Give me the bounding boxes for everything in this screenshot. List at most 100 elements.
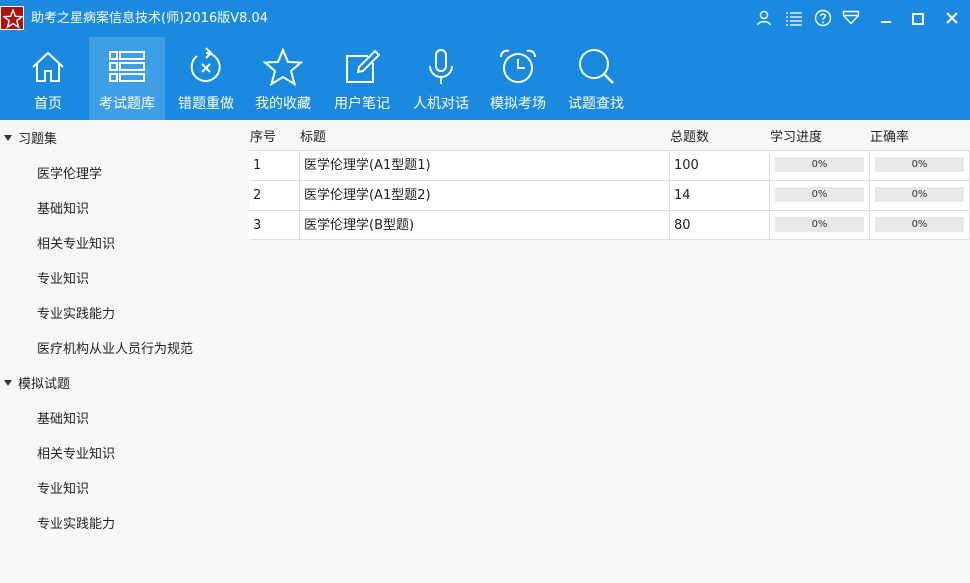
accuracy-text: 0% xyxy=(911,219,928,230)
menu-button[interactable] xyxy=(782,7,806,29)
tree-item[interactable]: 专业实践能力 xyxy=(0,297,245,332)
tool-dialogue[interactable]: 人机对话 xyxy=(403,37,479,120)
tool-label: 模拟考场 xyxy=(490,96,546,112)
column-header-accuracy[interactable]: 正确率 xyxy=(870,129,909,146)
user-icon xyxy=(756,10,772,26)
window-title: 助考之星病案信息技术(师)2016版V8.04 xyxy=(31,11,269,26)
cell-progress: 0% xyxy=(770,211,870,240)
notes-icon xyxy=(346,49,381,83)
cell-title: 医学伦理学(B型题) xyxy=(300,211,670,240)
tool-search[interactable]: 试题查找 xyxy=(558,37,634,120)
table-row[interactable]: 2 医学伦理学(A1型题2) 14 0% 0% xyxy=(249,180,970,210)
progress-bar: 0% xyxy=(775,187,864,202)
tree-item-label: 专业实践能力 xyxy=(37,307,116,322)
tool-label: 人机对话 xyxy=(413,96,469,112)
maximize-button[interactable] xyxy=(906,7,930,29)
tree-item-label: 专业实践能力 xyxy=(37,517,116,532)
expand-triangle-icon[interactable] xyxy=(4,380,12,386)
microphone-icon xyxy=(429,49,453,84)
category-tree: 习题集 医学伦理学 基础知识 相关专业知识 专业知识 专业实践能力 医疗机构从业… xyxy=(0,120,245,583)
minimize-button[interactable] xyxy=(874,7,898,29)
home-icon xyxy=(32,51,64,82)
alarm-clock-icon xyxy=(500,49,536,83)
help-button[interactable] xyxy=(811,7,835,29)
tool-notes[interactable]: 用户笔记 xyxy=(324,37,400,120)
cell-index: 1 xyxy=(249,151,300,180)
close-button[interactable] xyxy=(940,7,964,29)
table-header: 序号 标题 总题数 学习进度 正确率 xyxy=(249,124,970,150)
minimize-icon xyxy=(881,21,891,23)
tool-favorites[interactable]: 我的收藏 xyxy=(245,37,321,120)
tool-label: 试题查找 xyxy=(568,96,624,112)
cell-title: 医学伦理学(A1型题2) xyxy=(300,181,670,210)
tree-item-label: 相关专业知识 xyxy=(37,447,116,462)
tool-label: 用户笔记 xyxy=(334,96,390,112)
cell-title: 医学伦理学(A1型题1) xyxy=(300,151,670,180)
row-total: 14 xyxy=(674,188,691,203)
tree-item-label: 基础知识 xyxy=(37,202,90,217)
cell-accuracy: 0% xyxy=(870,211,970,240)
tool-label: 我的收藏 xyxy=(255,96,311,112)
tree-item[interactable]: 相关专业知识 xyxy=(0,227,245,262)
row-title: 医学伦理学(A1型题1) xyxy=(304,158,431,173)
tree-item[interactable]: 相关专业知识 xyxy=(0,437,245,472)
cell-total: 14 xyxy=(670,181,770,210)
expand-triangle-icon[interactable] xyxy=(4,135,12,141)
star-icon xyxy=(263,47,303,87)
progress-text: 0% xyxy=(811,189,828,200)
column-header-index[interactable]: 序号 xyxy=(250,129,276,146)
maximize-icon xyxy=(912,13,924,25)
table-row[interactable]: 1 医学伦理学(A1型题1) 100 0% 0% xyxy=(249,150,970,180)
tree-item[interactable]: 专业实践能力 xyxy=(0,507,245,542)
tree-item-label: 医疗机构从业人员行为规范 xyxy=(37,342,194,357)
title-bar: 助考之星病案信息技术(师)2016版V8.04 xyxy=(0,0,970,37)
main-toolbar: 首页 考试题库 错题重做 我的收藏 用户笔记 人机对话 模拟考场 试题查找 xyxy=(0,37,970,120)
help-icon xyxy=(814,9,832,27)
tree-item[interactable]: 基础知识 xyxy=(0,402,245,437)
cell-total: 100 xyxy=(670,151,770,180)
column-header-total[interactable]: 总题数 xyxy=(670,129,709,146)
tool-label: 考试题库 xyxy=(99,96,155,112)
accuracy-bar: 0% xyxy=(875,187,964,202)
cell-accuracy: 0% xyxy=(870,151,970,180)
progress-bar: 0% xyxy=(775,157,864,172)
accuracy-text: 0% xyxy=(911,159,928,170)
row-title: 医学伦理学(B型题) xyxy=(304,218,415,233)
tree-group-exercises[interactable]: 习题集 xyxy=(0,122,245,157)
question-bank-icon xyxy=(109,51,145,82)
tree-item[interactable]: 基础知识 xyxy=(0,192,245,227)
tree-item[interactable]: 专业知识 xyxy=(0,472,245,507)
column-header-progress[interactable]: 学习进度 xyxy=(770,129,822,146)
tool-question-bank[interactable]: 考试题库 xyxy=(89,37,165,120)
skin-button[interactable] xyxy=(839,7,863,29)
progress-text: 0% xyxy=(811,159,828,170)
tree-item[interactable]: 医疗机构从业人员行为规范 xyxy=(0,332,245,367)
row-title: 医学伦理学(A1型题2) xyxy=(304,188,431,203)
tool-redo-wrong[interactable]: 错题重做 xyxy=(168,37,244,120)
tree-item-label: 相关专业知识 xyxy=(37,237,116,252)
tree-item-label: 基础知识 xyxy=(37,412,90,427)
tree-item-label: 专业知识 xyxy=(37,272,90,287)
tool-home[interactable]: 首页 xyxy=(10,37,86,120)
tree-item[interactable]: 医学伦理学 xyxy=(0,157,245,192)
skin-icon xyxy=(842,10,860,25)
search-icon xyxy=(579,49,614,84)
group-label: 模拟试题 xyxy=(18,377,71,392)
tool-mock-exam[interactable]: 模拟考场 xyxy=(480,37,556,120)
table-row[interactable]: 3 医学伦理学(B型题) 80 0% 0% xyxy=(249,210,970,240)
cell-accuracy: 0% xyxy=(870,181,970,210)
tree-item[interactable]: 专业知识 xyxy=(0,262,245,297)
cell-progress: 0% xyxy=(770,151,870,180)
row-index: 1 xyxy=(253,158,262,173)
user-button[interactable] xyxy=(752,7,776,29)
accuracy-text: 0% xyxy=(911,189,928,200)
column-header-title[interactable]: 标题 xyxy=(300,129,326,146)
tree-item-label: 医学伦理学 xyxy=(37,167,103,182)
close-icon xyxy=(946,12,958,24)
app-logo xyxy=(0,6,24,30)
tree-group-mock-tests[interactable]: 模拟试题 xyxy=(0,367,245,402)
accuracy-bar: 0% xyxy=(875,157,964,172)
redo-icon xyxy=(190,47,221,82)
tool-label: 错题重做 xyxy=(178,96,234,112)
cell-progress: 0% xyxy=(770,181,870,210)
